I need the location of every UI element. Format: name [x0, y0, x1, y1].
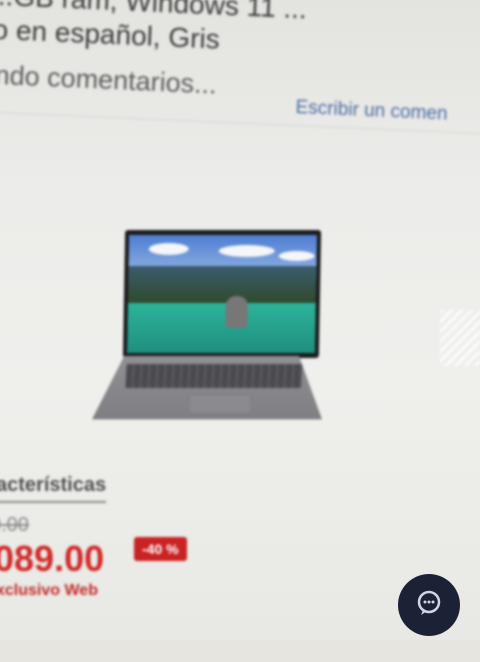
laptop-keyboard [125, 364, 303, 388]
screen-glare [440, 310, 480, 366]
laptop-display-scene [126, 235, 318, 353]
web-exclusive-label: xclusivo Web [0, 582, 98, 599]
old-price: 9.00 [0, 514, 29, 536]
discount-badge: -40 % [134, 537, 187, 561]
chat-icon [414, 588, 444, 623]
product-image[interactable] [92, 230, 324, 425]
write-review-link[interactable]: Escribir un comen [295, 97, 448, 126]
features-tab[interactable]: acterísticas [0, 474, 107, 503]
laptop-screen [122, 230, 322, 358]
page: ...GB ram, Windows 11 ... o en español, … [0, 0, 480, 640]
laptop-touchpad [188, 394, 252, 414]
current-price: 089.00 [0, 538, 105, 579]
chat-button[interactable] [398, 574, 460, 636]
reviews-loading-text: ndo comentarios... [0, 59, 218, 100]
